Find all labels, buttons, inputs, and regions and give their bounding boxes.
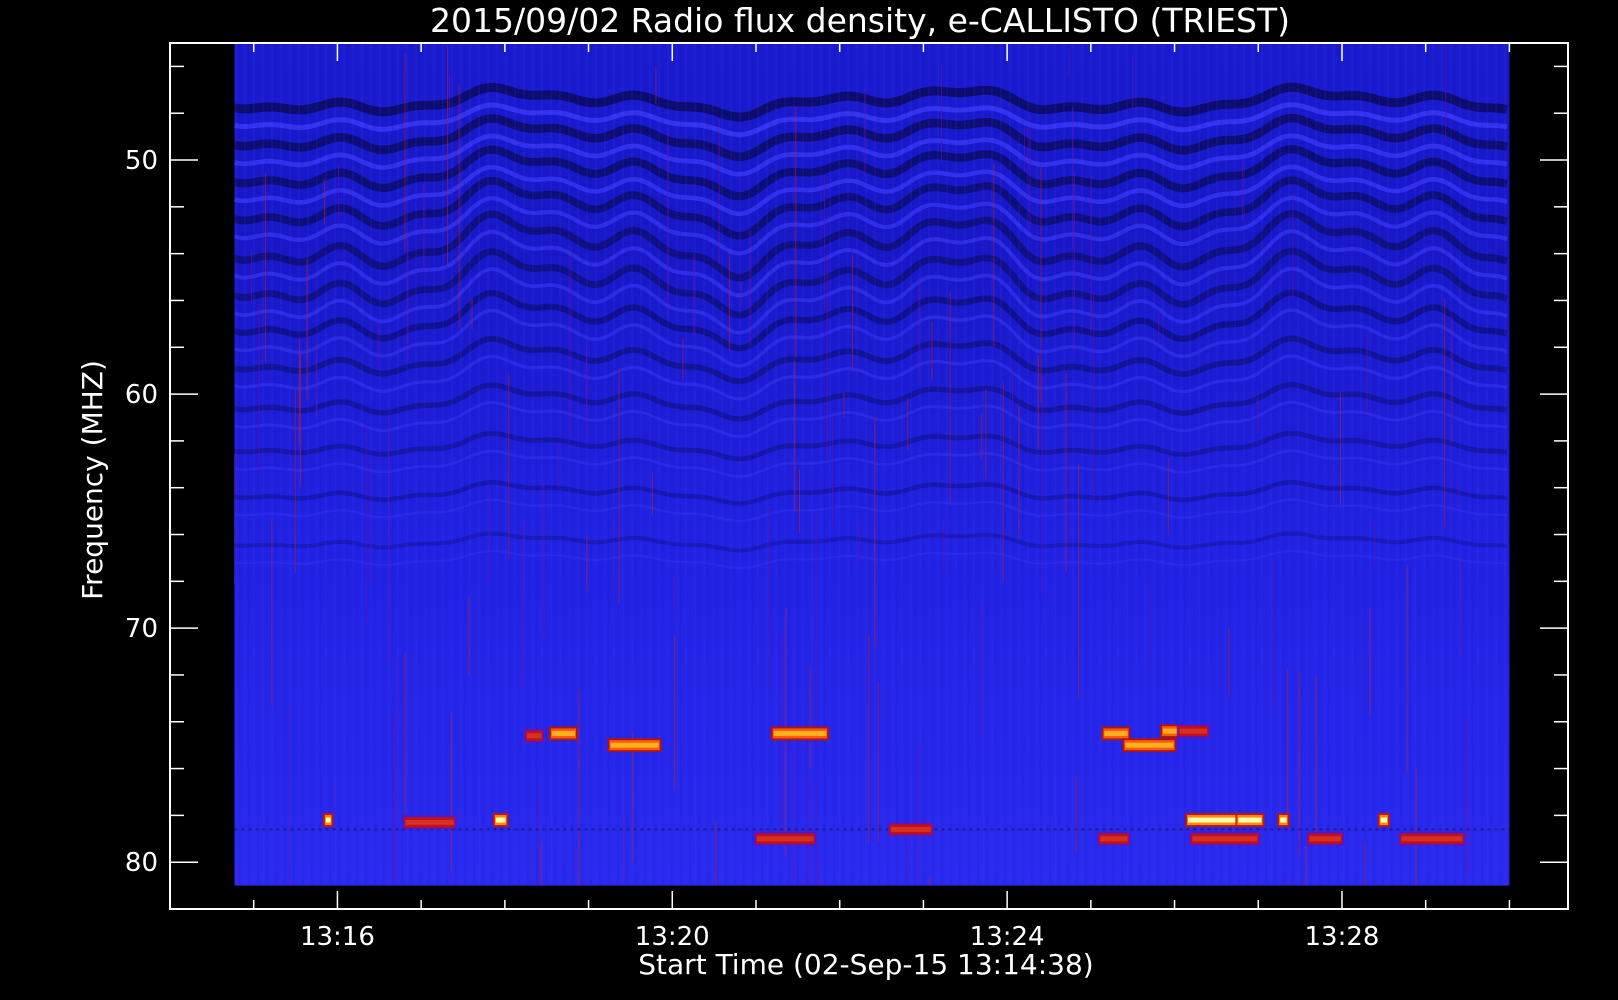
- burst-red: [523, 728, 545, 743]
- y-axis-label: Frequency (MHZ): [76, 360, 109, 600]
- burst-red: [402, 815, 457, 830]
- burst-red: [753, 831, 817, 846]
- spectrogram-heatmap: [233, 43, 1510, 886]
- y-tick-label: 80: [125, 848, 158, 878]
- burst-red: [1176, 724, 1211, 739]
- burst-red: [1398, 831, 1466, 846]
- burst-red: [1306, 831, 1344, 846]
- heatmap-streaks: [234, 43, 1510, 886]
- burst-yellow: [1185, 813, 1240, 828]
- burst-red: [887, 822, 934, 837]
- y-tick-label: 70: [125, 614, 158, 644]
- y-tick-label: 60: [125, 380, 158, 410]
- burst-orange: [770, 726, 830, 741]
- x-tick-label: 13:28: [1305, 922, 1380, 952]
- burst-yellow: [1277, 813, 1290, 828]
- burst-red: [1097, 831, 1131, 846]
- burst-red: [1189, 831, 1261, 846]
- x-tick-label: 13:16: [300, 922, 375, 952]
- burst-yellow: [322, 813, 334, 828]
- burst-yellow: [1377, 813, 1391, 828]
- y-tick-label: 50: [125, 146, 158, 176]
- x-axis-label: Start Time (02-Sep-15 13:14:38): [638, 948, 1093, 981]
- burst-yellow: [1235, 813, 1265, 828]
- burst-orange: [1122, 738, 1177, 753]
- burst-orange: [607, 738, 662, 753]
- burst-orange: [548, 726, 579, 741]
- burst-yellow: [492, 813, 509, 828]
- chart-title: 2015/09/02 Radio flux density, e-CALLIST…: [430, 1, 1290, 40]
- spectrogram-chart: 2015/09/02 Radio flux density, e-CALLIST…: [0, 0, 1618, 1000]
